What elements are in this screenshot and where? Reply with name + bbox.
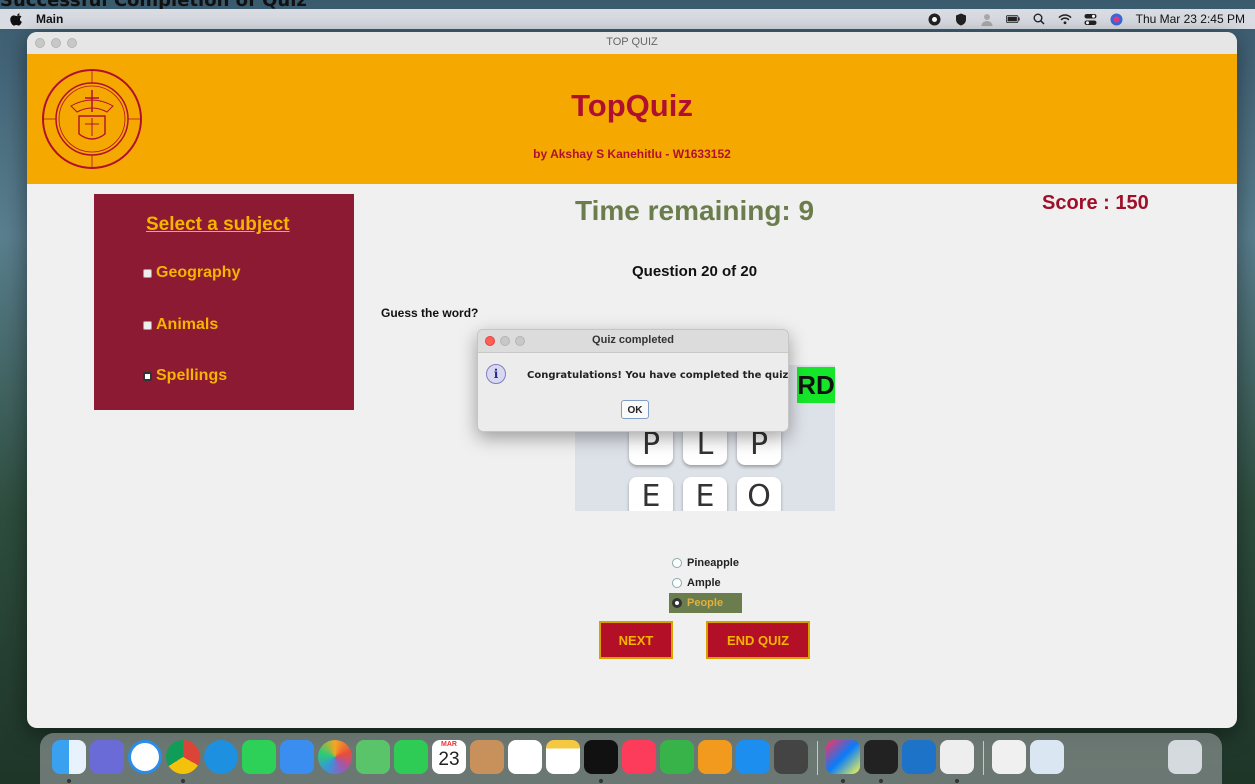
notes-icon[interactable]	[546, 740, 580, 774]
dialog-title: Quiz completed	[592, 334, 674, 346]
subject-panel: Select a subject Geography Animals Spell…	[94, 194, 354, 410]
app-store-icon[interactable]	[736, 740, 770, 774]
screenshots-stack-icon[interactable]	[1030, 740, 1064, 774]
app-title: TopQuiz	[571, 88, 693, 123]
contacts-icon[interactable]	[470, 740, 504, 774]
battery-icon[interactable]	[1005, 12, 1020, 26]
facetime-icon[interactable]	[394, 740, 428, 774]
menu-app-name[interactable]: Main	[36, 12, 63, 26]
safari-icon[interactable]	[128, 740, 162, 774]
answer-option-ample[interactable]: Ample	[669, 573, 742, 593]
pages-icon[interactable]	[698, 740, 732, 774]
finder-icon[interactable]	[52, 740, 86, 774]
person-icon[interactable]	[980, 12, 994, 26]
calendar-day: 23	[438, 749, 460, 770]
dialog-titlebar: Quiz completed	[478, 330, 788, 353]
menu-bar: Main Thu Mar 23 2:45 PM	[0, 9, 1255, 29]
subject-radio[interactable]	[143, 320, 152, 330]
document-stack-icon[interactable]	[992, 740, 1026, 774]
dock-separator	[983, 741, 984, 775]
trash-icon[interactable]	[1168, 740, 1202, 774]
subject-option-geography[interactable]: Geography	[143, 264, 240, 282]
xcode-icon[interactable]	[902, 740, 936, 774]
numbers-icon[interactable]	[660, 740, 694, 774]
answer-radio[interactable]	[672, 558, 682, 568]
info-icon: i	[486, 364, 506, 384]
chrome-icon[interactable]	[166, 740, 200, 774]
messages-icon[interactable]	[242, 740, 276, 774]
running-indicator	[67, 779, 71, 783]
java-icon[interactable]	[940, 740, 974, 774]
answer-option-people[interactable]: People	[669, 593, 742, 613]
menubar-clock[interactable]: Thu Mar 23 2:45 PM	[1136, 12, 1245, 26]
calendar-month: MAR	[441, 741, 457, 748]
subject-label: Spellings	[156, 367, 228, 384]
running-indicator	[841, 779, 845, 783]
window-title: TOP QUIZ	[606, 36, 658, 48]
control-center-icon[interactable]	[1084, 12, 1098, 26]
terminal-icon[interactable]	[864, 740, 898, 774]
ok-button[interactable]: OK	[621, 400, 649, 419]
calculator-icon[interactable]	[774, 740, 808, 774]
siri-icon[interactable]	[1110, 12, 1124, 26]
subject-option-animals[interactable]: Animals	[143, 316, 218, 334]
quiz-window: TOP QUIZ TopQuiz by Akshay S Kanehitlu -…	[27, 32, 1237, 728]
subject-option-spellings[interactable]: Spellings	[143, 367, 227, 385]
answer-label: Pineapple	[687, 557, 739, 569]
photos-icon[interactable]	[318, 740, 352, 774]
music-icon[interactable]	[622, 740, 656, 774]
intellij-icon[interactable]	[826, 740, 860, 774]
dock: MAR 23	[40, 733, 1222, 784]
answer-label: Ample	[687, 577, 721, 589]
answer-label: People	[687, 597, 724, 609]
running-indicator	[599, 779, 603, 783]
maps-icon[interactable]	[356, 740, 390, 774]
wifi-icon[interactable]	[1058, 12, 1072, 26]
dialog-message: Congratulations! You have completed the …	[527, 370, 789, 381]
mail-icon[interactable]	[280, 740, 314, 774]
apple-tv-icon[interactable]	[584, 740, 618, 774]
running-indicator	[955, 779, 959, 783]
answer-option-pineapple[interactable]: Pineapple	[669, 553, 742, 573]
status-circle-icon[interactable]	[928, 12, 942, 26]
puzzle-tile: O	[737, 477, 781, 511]
window-titlebar: TOP QUIZ	[27, 32, 1237, 55]
shield-icon[interactable]	[954, 12, 968, 26]
header-banner: TopQuiz by Akshay S Kanehitlu - W1633152	[27, 54, 1237, 184]
puzzle-tile: E	[629, 477, 673, 511]
puzzle-banner-text: RD	[797, 367, 835, 403]
subject-label: Geography	[156, 264, 241, 281]
search-icon[interactable]	[1032, 12, 1046, 26]
app-subtitle: by Akshay S Kanehitlu - W1633152	[533, 147, 731, 161]
question-text: Guess the word?	[381, 306, 479, 320]
running-indicator	[181, 779, 185, 783]
puzzle-tile: E	[683, 477, 727, 511]
end-quiz-button[interactable]: END QUIZ	[706, 621, 810, 659]
launchpad-icon[interactable]	[90, 740, 124, 774]
answer-options: Pineapple Ample People	[669, 553, 742, 613]
subject-label: Animals	[156, 316, 219, 333]
time-remaining: Time remaining: 9	[575, 195, 815, 226]
menubar-status-area: Thu Mar 23 2:45 PM	[928, 9, 1245, 29]
edge-icon[interactable]	[204, 740, 238, 774]
score-display: Score : 150	[1042, 192, 1149, 214]
quiz-completed-dialog: Quiz completed i Congratulations! You ha…	[477, 329, 789, 432]
reminders-icon[interactable]	[508, 740, 542, 774]
calendar-icon[interactable]: MAR 23	[432, 740, 466, 774]
apple-logo-icon[interactable]	[10, 12, 24, 26]
running-indicator	[879, 779, 883, 783]
answer-radio[interactable]	[672, 578, 682, 588]
dock-separator	[817, 741, 818, 775]
question-counter: Question 20 of 20	[632, 263, 758, 280]
subject-radio-selected[interactable]	[143, 371, 152, 381]
subject-panel-title: Select a subject	[146, 214, 290, 235]
subject-radio[interactable]	[143, 268, 152, 278]
answer-radio-selected[interactable]	[672, 598, 682, 608]
next-button[interactable]: NEXT	[599, 621, 673, 659]
